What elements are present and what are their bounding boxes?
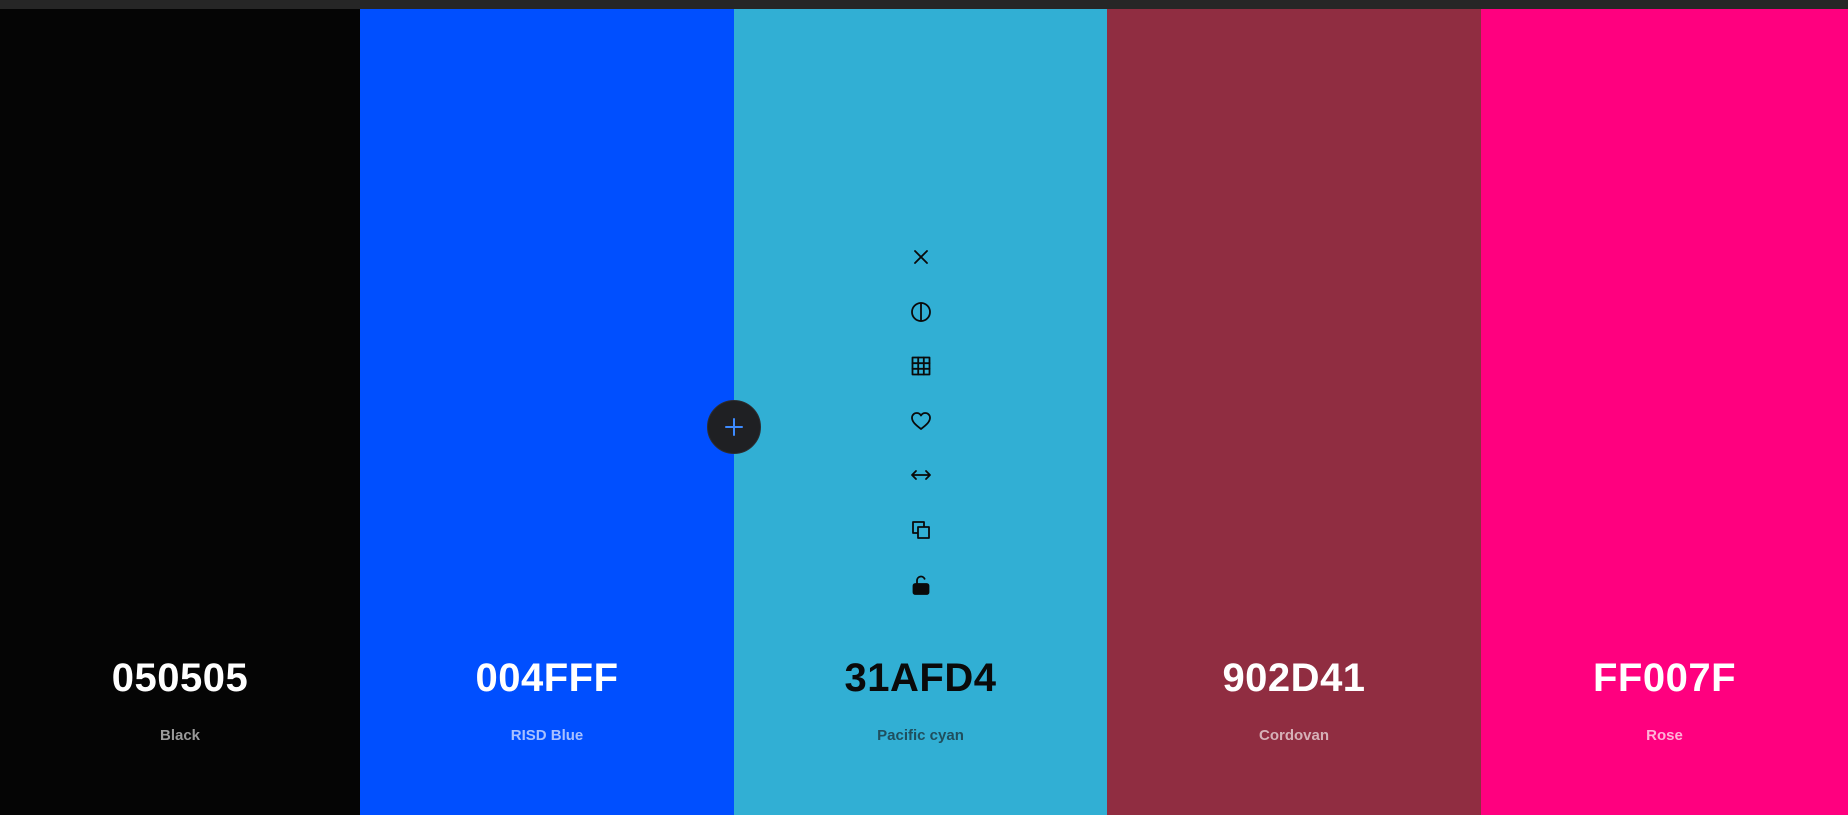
drag-handle[interactable]: [905, 459, 937, 491]
color-name[interactable]: Pacific cyan: [734, 727, 1107, 744]
remove-color-button[interactable]: [905, 241, 937, 273]
add-color-button[interactable]: [707, 400, 761, 454]
color-name[interactable]: RISD Blue: [360, 727, 734, 744]
swatch-toolbar: [734, 241, 1107, 623]
copy-icon: [911, 521, 930, 539]
plus-icon: [725, 418, 743, 436]
grid-icon: [911, 356, 930, 376]
color-hex-code[interactable]: FF007F: [1481, 656, 1848, 701]
color-swatch-risd-blue[interactable]: 004FFF RISD Blue: [360, 9, 734, 815]
palette: 050505 Black 004FFF RISD Blue 31AFD4 Pac…: [0, 9, 1848, 815]
color-swatch-black[interactable]: 050505 Black: [0, 9, 360, 815]
copy-hex-button[interactable]: [905, 514, 937, 546]
lock-color-button[interactable]: [905, 569, 937, 601]
color-name[interactable]: Rose: [1481, 727, 1848, 744]
color-hex-code[interactable]: 31AFD4: [734, 656, 1107, 701]
shades-button[interactable]: [905, 296, 937, 328]
close-icon: [913, 250, 928, 264]
heart-icon: [910, 411, 931, 430]
top-bar: [0, 0, 1848, 9]
color-hex-code[interactable]: 004FFF: [360, 656, 734, 701]
color-name[interactable]: Cordovan: [1107, 727, 1481, 744]
color-name[interactable]: Black: [0, 727, 360, 744]
unlock-icon: [912, 575, 929, 595]
color-swatch-pacific-cyan[interactable]: 31AFD4 Pacific cyan: [734, 9, 1107, 815]
color-swatch-rose[interactable]: FF007F Rose: [1481, 9, 1848, 815]
save-color-button[interactable]: [905, 405, 937, 437]
color-swatch-cordovan[interactable]: 902D41 Cordovan: [1107, 9, 1481, 815]
color-hex-code[interactable]: 902D41: [1107, 656, 1481, 701]
drag-horizontal-icon: [910, 470, 931, 481]
contrast-icon: [910, 301, 931, 322]
view-shades-grid-button[interactable]: [905, 350, 937, 382]
color-hex-code[interactable]: 050505: [0, 656, 360, 701]
